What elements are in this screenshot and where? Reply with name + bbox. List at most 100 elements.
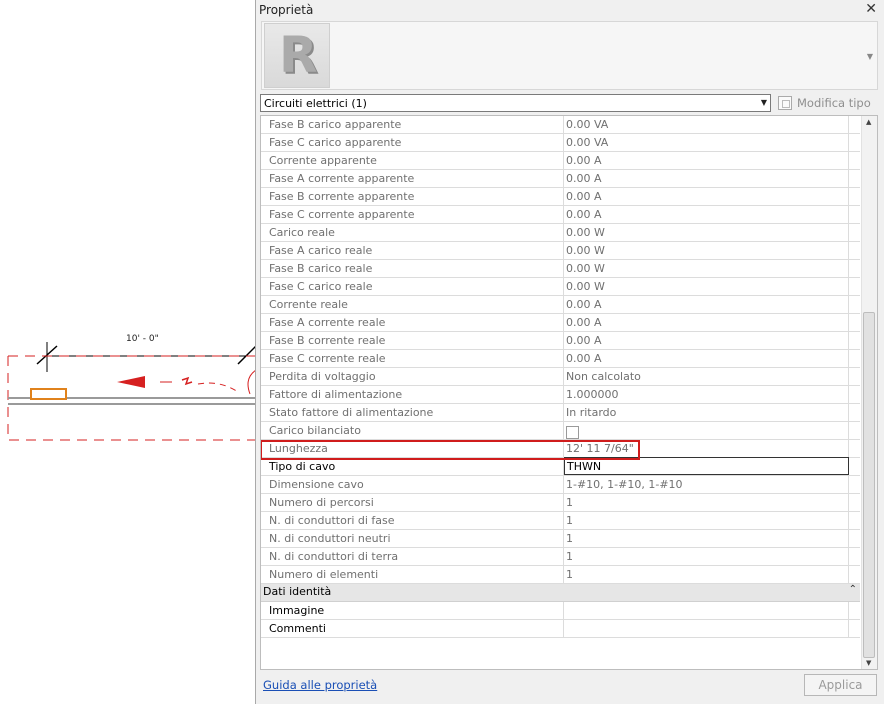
collapse-icon[interactable]: ⌃	[849, 584, 857, 595]
property-value[interactable]: 0.00 VA	[564, 134, 849, 151]
property-label: Fase C corrente reale	[261, 350, 564, 367]
property-row[interactable]: Fase A carico reale 0.00 W	[261, 242, 860, 260]
property-value[interactable]: 0.00 A	[564, 314, 849, 331]
property-value[interactable]: 0.00 A	[564, 206, 849, 223]
property-row[interactable]: Fase C carico apparente 0.00 VA	[261, 134, 860, 152]
property-value[interactable]: 0.00 A	[564, 350, 849, 367]
property-label: Fase B carico apparente	[261, 116, 564, 133]
property-label: Corrente apparente	[261, 152, 564, 169]
property-value[interactable]: 1.000000	[564, 386, 849, 403]
property-value[interactable]: 0.00 W	[564, 260, 849, 277]
property-value[interactable]: 0.00 A	[564, 296, 849, 313]
property-value[interactable]	[564, 602, 849, 619]
property-label: N. di conduttori neutri	[261, 530, 564, 547]
property-row[interactable]: Fase C carico reale 0.00 W	[261, 278, 860, 296]
group-identity-data[interactable]: Dati identità ⌃	[261, 584, 860, 602]
scroll-down-icon[interactable]: ▼	[866, 659, 871, 667]
property-label: Fase C corrente apparente	[261, 206, 564, 223]
property-row[interactable]: Stato fattore di alimentazione In ritardo	[261, 404, 860, 422]
property-row[interactable]: Fase B corrente reale 0.00 A	[261, 332, 860, 350]
property-label: Fase B corrente reale	[261, 332, 564, 349]
property-value[interactable]: Non calcolato	[564, 368, 849, 385]
property-value[interactable]: 0.00 A	[564, 188, 849, 205]
property-label: Dimensione cavo	[261, 476, 564, 493]
property-row[interactable]: Corrente apparente 0.00 A	[261, 152, 860, 170]
property-row[interactable]: Numero di elementi 1	[261, 566, 860, 584]
property-value[interactable]	[564, 422, 849, 439]
type-selector-value: Circuiti elettrici (1)	[264, 97, 367, 110]
chevron-down-icon[interactable]: ▼	[867, 52, 873, 61]
property-row[interactable]: Numero di percorsi 1	[261, 494, 860, 512]
property-value[interactable]: 0.00 A	[564, 152, 849, 169]
properties-help-link[interactable]: Guida alle proprietà	[263, 678, 377, 692]
properties-palette: Proprietà ✕ R ▼ Circuiti elettrici (1) ▼…	[255, 0, 884, 704]
property-label: N. di conduttori di fase	[261, 512, 564, 529]
property-row-length[interactable]: Lunghezza 12' 11 7/64"	[261, 440, 860, 458]
electrical-device	[30, 388, 67, 400]
palette-title: Proprietà	[259, 3, 314, 17]
lightning-icon	[181, 376, 193, 386]
property-value[interactable]: 12' 11 7/64"	[564, 440, 849, 457]
group-label: Dati identità	[263, 585, 332, 598]
dropdown-arrow-icon[interactable]: ▼	[761, 98, 767, 107]
property-row[interactable]: Fase A corrente apparente 0.00 A	[261, 170, 860, 188]
close-icon[interactable]: ✕	[865, 1, 877, 17]
edit-type-label: Modifica tipo	[797, 96, 871, 110]
property-row[interactable]: N. di conduttori di terra 1	[261, 548, 860, 566]
property-value[interactable]: 1-#10, 1-#10, 1-#10	[564, 476, 849, 493]
dimension-label: 10' - 0"	[126, 334, 159, 344]
property-label: Corrente reale	[261, 296, 564, 313]
property-value[interactable]: 1	[564, 512, 849, 529]
property-label: Tipo di cavo	[261, 458, 564, 475]
property-label: Fase A carico reale	[261, 242, 564, 259]
property-label: Lunghezza	[261, 440, 564, 457]
property-label: N. di conduttori di terra	[261, 548, 564, 565]
property-value[interactable]	[564, 620, 849, 637]
property-value[interactable]: 0.00 W	[564, 278, 849, 295]
wire-type-field[interactable]: THWN	[564, 457, 849, 475]
property-row[interactable]: Fase B corrente apparente 0.00 A	[261, 188, 860, 206]
property-value[interactable]: 0.00 W	[564, 224, 849, 241]
dimension-tick-right	[237, 345, 256, 365]
scroll-up-icon[interactable]: ▲	[866, 118, 871, 126]
drawing-canvas[interactable]: 10' - 0"	[0, 0, 256, 704]
property-row[interactable]: Fase C corrente apparente 0.00 A	[261, 206, 860, 224]
property-value[interactable]: 1	[564, 548, 849, 565]
property-value[interactable]: 1	[564, 494, 849, 511]
property-value[interactable]: 0.00 A	[564, 332, 849, 349]
property-label: Immagine	[261, 602, 564, 619]
type-selector[interactable]: Circuiti elettrici (1) ▼	[260, 94, 771, 112]
electrical-drawing	[7, 342, 256, 441]
property-row[interactable]: Dimensione cavo 1-#10, 1-#10, 1-#10	[261, 476, 860, 494]
property-row[interactable]: N. di conduttori di fase 1	[261, 512, 860, 530]
property-row[interactable]: Carico reale 0.00 W	[261, 224, 860, 242]
property-value[interactable]: In ritardo	[564, 404, 849, 421]
property-label: Perdita di voltaggio	[261, 368, 564, 385]
property-row-wire-type[interactable]: Tipo di cavo THWN	[261, 457, 860, 476]
property-row[interactable]: Carico bilanciato	[261, 422, 860, 440]
property-row[interactable]: Commenti	[261, 620, 860, 638]
property-value[interactable]: 0.00 A	[564, 170, 849, 187]
property-row[interactable]: Corrente reale 0.00 A	[261, 296, 860, 314]
property-row[interactable]: Fase A corrente reale 0.00 A	[261, 314, 860, 332]
apply-button[interactable]: Applica	[804, 674, 877, 696]
property-row[interactable]: N. di conduttori neutri 1	[261, 530, 860, 548]
vertical-scrollbar[interactable]: ▲ ▼	[861, 116, 877, 669]
edit-type-button[interactable]: Modifica tipo	[778, 94, 871, 112]
edit-type-icon	[778, 96, 792, 110]
property-label: Fase C carico apparente	[261, 134, 564, 151]
property-label: Commenti	[261, 620, 564, 637]
balanced-load-checkbox[interactable]	[566, 425, 579, 439]
property-row[interactable]: Immagine	[261, 602, 860, 620]
property-row[interactable]: Perdita di voltaggio Non calcolato	[261, 368, 860, 386]
scroll-thumb[interactable]	[863, 312, 875, 658]
property-row[interactable]: Fase B carico apparente 0.00 VA	[261, 116, 860, 134]
property-row[interactable]: Fase B carico reale 0.00 W	[261, 260, 860, 278]
property-row[interactable]: Fase C corrente reale 0.00 A	[261, 350, 860, 368]
property-row[interactable]: Fattore di alimentazione 1.000000	[261, 386, 860, 404]
property-label: Numero di percorsi	[261, 494, 564, 511]
property-value[interactable]: 0.00 VA	[564, 116, 849, 133]
property-value[interactable]: 1	[564, 566, 849, 583]
property-value[interactable]: 1	[564, 530, 849, 547]
property-value[interactable]: 0.00 W	[564, 242, 849, 259]
